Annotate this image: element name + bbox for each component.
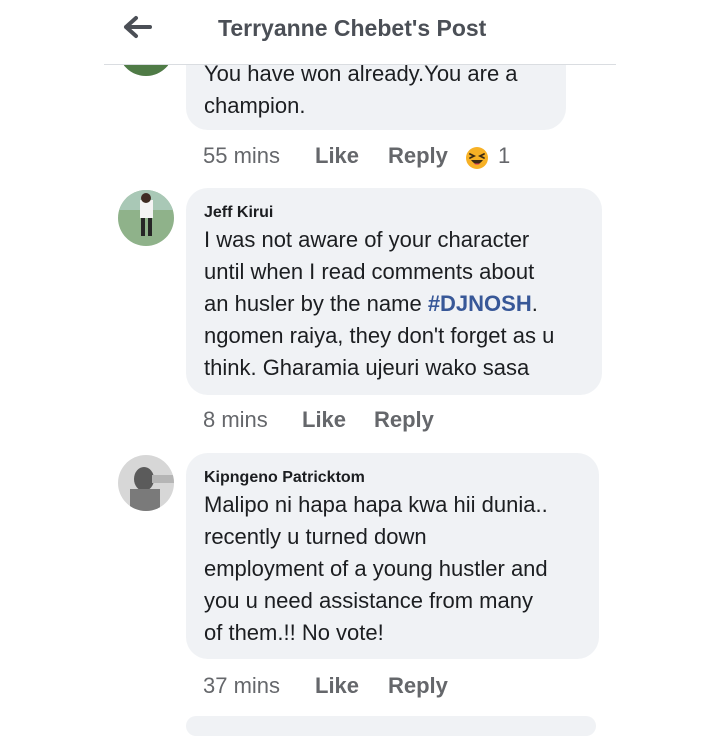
comment-bubble: Jeff Kirui I was not aware of your chara… — [186, 188, 602, 395]
comment-timestamp: 8 mins — [203, 407, 268, 432]
avatar[interactable] — [118, 190, 174, 246]
hashtag-link[interactable]: #DJNOSH — [428, 291, 532, 316]
comment-text: I was not aware of your character until … — [204, 224, 554, 384]
reply-button[interactable]: Reply — [388, 673, 448, 699]
post-header: Terryanne Chebet's Post — [104, 0, 616, 65]
comment-bubble — [186, 716, 596, 736]
comment-author[interactable]: Jeff Kirui — [204, 204, 273, 222]
comment-text: Malipo ni hapa hapa kwa hii dunia.. rece… — [204, 492, 548, 645]
comment-author[interactable]: Kipngeno Patricktom — [204, 469, 365, 487]
comment-bubble: Kipngeno Patricktom Malipo ni hapa hapa … — [186, 453, 599, 659]
reply-button[interactable]: Reply — [374, 407, 434, 433]
avatar[interactable] — [118, 455, 174, 511]
haha-reaction-icon[interactable] — [465, 146, 489, 170]
comment-timestamp: 37 mins — [203, 673, 281, 698]
like-button[interactable]: Like — [315, 143, 359, 169]
back-button[interactable] — [120, 10, 158, 44]
like-button[interactable]: Like — [315, 673, 359, 699]
reply-button[interactable]: Reply — [388, 143, 448, 169]
page-title: Terryanne Chebet's Post — [218, 15, 487, 41]
like-button[interactable]: Like — [302, 407, 346, 433]
comment-timestamp: 55 mins — [203, 143, 281, 168]
reaction-count[interactable]: 1 — [498, 143, 510, 169]
comment-text-line-2: champion. — [204, 93, 306, 118]
arrow-left-icon — [124, 16, 152, 38]
